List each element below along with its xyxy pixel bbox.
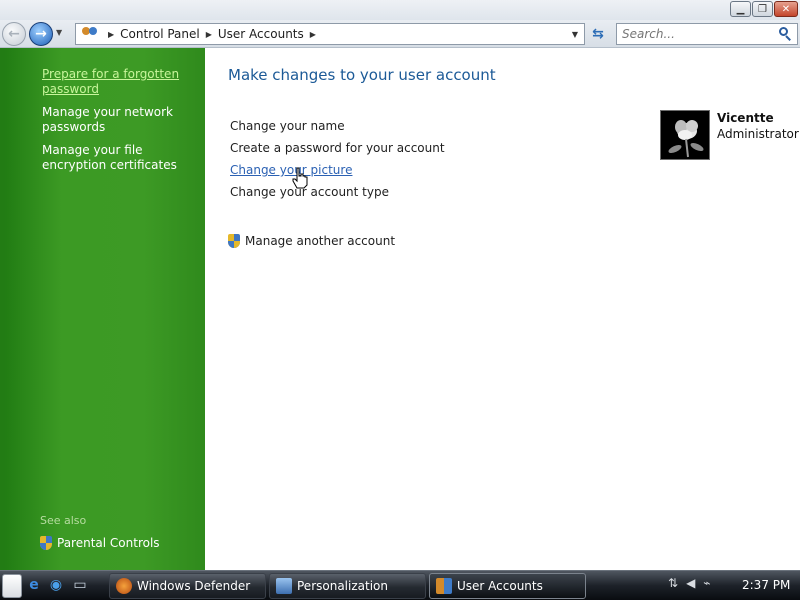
taskbar-button-personalization[interactable]: Personalization bbox=[269, 573, 426, 599]
shield-icon bbox=[228, 234, 240, 248]
page-title: Make changes to your user account bbox=[228, 66, 496, 84]
caption-buttons: ▁ ❐ ✕ bbox=[730, 1, 798, 17]
personalization-icon bbox=[276, 578, 292, 594]
refresh-icon: ⇆ bbox=[592, 26, 604, 42]
back-button[interactable]: ← bbox=[2, 22, 26, 46]
parental-controls-link[interactable]: Parental Controls bbox=[40, 536, 160, 550]
task-change-account-type[interactable]: Change your account type bbox=[230, 185, 389, 199]
sidebar-link-file-encryption[interactable]: Manage your file encryption certificates bbox=[42, 143, 202, 173]
breadcrumb-separator-icon[interactable]: ▶ bbox=[206, 30, 212, 39]
system-tray: ⇅ ◀ ⌁ bbox=[668, 576, 711, 590]
hand-cursor-icon bbox=[292, 167, 308, 189]
manage-another-account-label[interactable]: Manage another account bbox=[245, 234, 395, 248]
task-change-name[interactable]: Change your name bbox=[230, 119, 345, 133]
address-dropdown-icon[interactable]: ▼ bbox=[572, 30, 578, 39]
show-desktop-icon[interactable]: ▭ bbox=[71, 576, 89, 594]
forward-button[interactable]: → bbox=[29, 22, 53, 46]
back-arrow-icon: ← bbox=[8, 26, 20, 42]
see-also-heading: See also bbox=[40, 514, 87, 527]
sidebar-link-forgotten-password[interactable]: Prepare for a forgotten password bbox=[42, 67, 202, 97]
taskbar-button-label: Windows Defender bbox=[137, 579, 251, 593]
maximize-button[interactable]: ❐ bbox=[752, 1, 773, 17]
ie-icon[interactable]: e bbox=[25, 576, 43, 594]
account-picture bbox=[660, 110, 710, 160]
breadcrumb-separator-icon[interactable]: ▶ bbox=[310, 30, 316, 39]
close-button[interactable]: ✕ bbox=[774, 1, 798, 17]
forward-arrow-icon: → bbox=[35, 26, 47, 42]
account-role: Administrator bbox=[717, 127, 799, 141]
windows-defender-icon bbox=[116, 578, 132, 594]
refresh-button[interactable]: ⇆ bbox=[587, 23, 609, 45]
main-content: Make changes to your user account Change… bbox=[205, 48, 800, 570]
parental-controls-label[interactable]: Parental Controls bbox=[57, 536, 160, 550]
task-create-password[interactable]: Create a password for your account bbox=[230, 141, 445, 155]
breadcrumb-control-panel[interactable]: Control Panel bbox=[120, 27, 200, 41]
title-bar: ▁ ❐ ✕ bbox=[0, 0, 800, 20]
user-accounts-icon bbox=[436, 578, 452, 594]
sidebar-link-network-passwords[interactable]: Manage your network passwords bbox=[42, 105, 202, 135]
close-icon: ✕ bbox=[781, 3, 791, 15]
taskbar-button-user-accounts[interactable]: User Accounts bbox=[429, 573, 586, 599]
flower-picture-icon bbox=[661, 111, 709, 159]
search-input[interactable] bbox=[622, 27, 772, 41]
clock[interactable]: 2:37 PM bbox=[742, 578, 790, 592]
breadcrumb-separator-icon[interactable]: ▶ bbox=[108, 30, 114, 39]
manage-another-account-link[interactable]: Manage another account bbox=[228, 234, 395, 248]
taskbar-button-label: Personalization bbox=[297, 579, 388, 593]
shield-icon bbox=[40, 536, 52, 550]
start-button[interactable] bbox=[2, 574, 22, 598]
taskbar: e ◉ ▭ Windows Defender Personalization U… bbox=[0, 570, 800, 600]
navigation-bar: ← → ▼ ▶ Control Panel ▶ User Accounts ▶ … bbox=[0, 20, 800, 48]
minimize-button[interactable]: ▁ bbox=[730, 1, 751, 17]
user-accounts-icon bbox=[80, 25, 102, 43]
recent-pages-dropdown[interactable]: ▼ bbox=[56, 28, 62, 37]
volume-icon[interactable]: ◀ bbox=[686, 576, 695, 590]
power-icon[interactable]: ⌁ bbox=[703, 576, 710, 590]
sidebar: Prepare for a forgotten password Manage … bbox=[0, 48, 205, 570]
breadcrumb-user-accounts[interactable]: User Accounts bbox=[218, 27, 304, 41]
ie-icon[interactable]: ◉ bbox=[47, 576, 65, 594]
search-box[interactable] bbox=[616, 23, 798, 45]
minimize-icon: ▁ bbox=[736, 3, 745, 15]
restore-icon: ❐ bbox=[758, 3, 767, 15]
taskbar-button-windows-defender[interactable]: Windows Defender bbox=[109, 573, 266, 599]
account-name: Vicentte bbox=[717, 111, 774, 125]
taskbar-button-label: User Accounts bbox=[457, 579, 543, 593]
search-icon[interactable] bbox=[778, 27, 792, 41]
network-icon[interactable]: ⇅ bbox=[668, 576, 678, 590]
address-bar[interactable]: ▶ Control Panel ▶ User Accounts ▶ ▼ bbox=[75, 23, 585, 45]
